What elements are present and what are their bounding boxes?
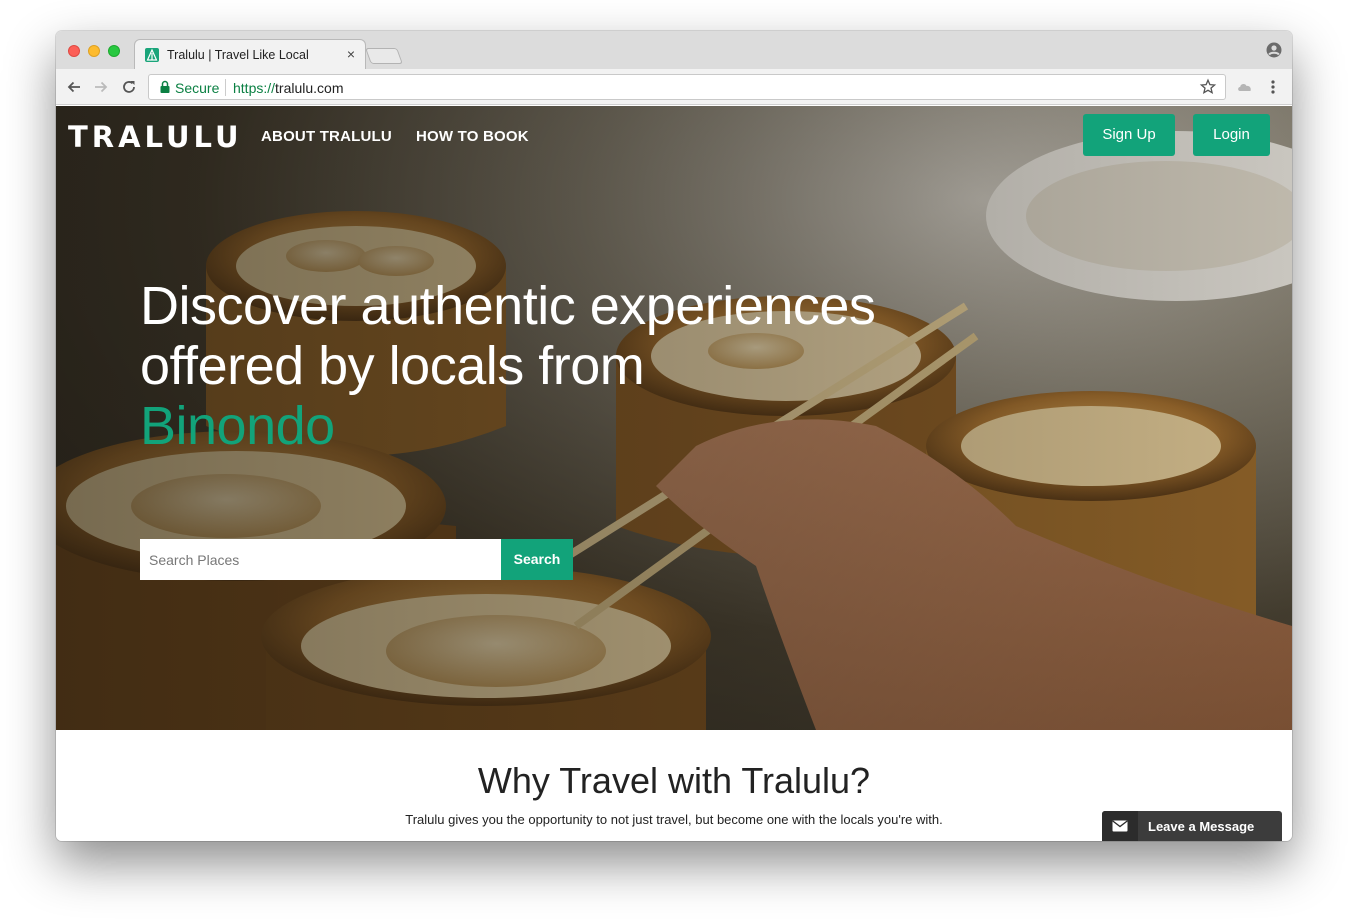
envelope-icon	[1112, 820, 1128, 832]
menu-icon[interactable]	[1264, 78, 1282, 96]
minimize-window-button[interactable]	[88, 45, 100, 57]
web-page: TRALULU ABOUT TRALULU HOW TO BOOK Sign U…	[56, 106, 1292, 841]
nav-about-link[interactable]: ABOUT TRALULU	[261, 128, 392, 145]
secure-label: Secure	[175, 80, 220, 96]
hero-section: TRALULU ABOUT TRALULU HOW TO BOOK Sign U…	[56, 106, 1292, 730]
chat-icon-container	[1102, 811, 1138, 841]
nav-how-to-book-link[interactable]: HOW TO BOOK	[416, 128, 529, 145]
profile-icon[interactable]	[1266, 42, 1282, 58]
reload-icon[interactable]	[118, 76, 140, 98]
star-icon[interactable]	[1199, 78, 1217, 96]
url-text[interactable]: https://tralulu.com	[233, 80, 344, 96]
url-host: tralulu.com	[275, 80, 344, 96]
back-icon[interactable]	[63, 76, 85, 98]
login-button[interactable]: Login	[1193, 114, 1270, 156]
hero-place-name: Binondo	[140, 396, 335, 456]
leave-message-label: Leave a Message	[1148, 819, 1255, 834]
tab-title: Tralulu | Travel Like Local	[167, 48, 309, 62]
browser-window: Tralulu | Travel Like Local × Secure htt…	[56, 31, 1292, 841]
active-tab[interactable]: Tralulu | Travel Like Local ×	[134, 39, 366, 70]
why-section-title: Why Travel with Tralulu?	[477, 760, 871, 801]
browser-toolbar: Secure https://tralulu.com	[56, 69, 1292, 105]
leave-message-widget[interactable]: Leave a Message	[1102, 811, 1282, 841]
close-window-button[interactable]	[68, 45, 80, 57]
address-divider	[225, 79, 226, 96]
new-tab-button[interactable]	[365, 48, 403, 64]
search-places-input[interactable]	[140, 539, 501, 580]
site-logo[interactable]: TRALULU	[68, 120, 243, 154]
search-button[interactable]: Search	[501, 539, 573, 580]
hero-headline: Discover authentic experiences offered b…	[140, 276, 880, 456]
forward-icon[interactable]	[90, 76, 112, 98]
address-bar[interactable]: Secure https://tralulu.com	[148, 74, 1226, 100]
close-icon[interactable]: ×	[347, 46, 355, 62]
url-scheme: https://	[233, 80, 276, 96]
sign-up-button[interactable]: Sign Up	[1083, 114, 1175, 156]
extension-icon[interactable]	[1236, 78, 1254, 96]
hero-headline-text: Discover authentic experiences offered b…	[140, 276, 876, 396]
zoom-window-button[interactable]	[108, 45, 120, 57]
lock-icon	[159, 80, 171, 94]
tab-strip: Tralulu | Travel Like Local ×	[56, 31, 1292, 70]
favicon-icon	[145, 48, 159, 62]
